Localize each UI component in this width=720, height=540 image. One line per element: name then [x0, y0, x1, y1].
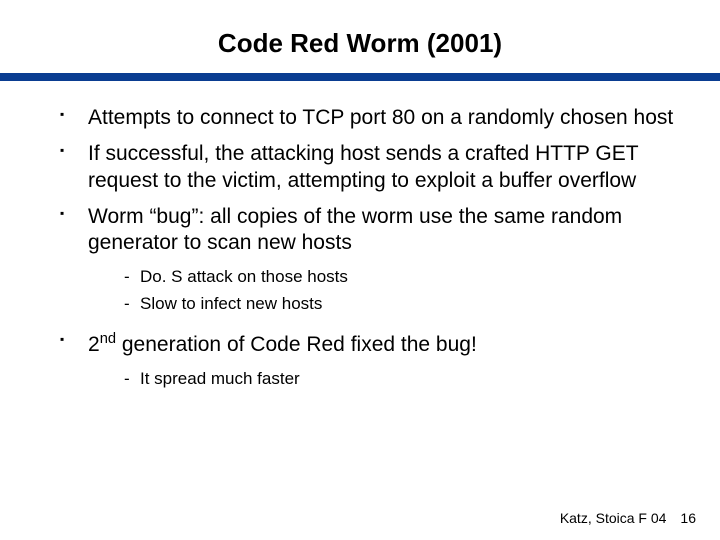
sub-text: It spread much faster: [140, 369, 300, 388]
bullet-item: If successful, the attacking host sends …: [60, 141, 680, 194]
sub-text: Do. S attack on those hosts: [140, 267, 348, 286]
bullet-text-prefix: 2: [88, 333, 100, 356]
bullet-text-suffix: generation of Code Red fixed the bug!: [116, 333, 477, 356]
bullet-item: Worm “bug”: all copies of the worm use t…: [60, 204, 680, 316]
sub-list: It spread much faster: [124, 368, 680, 391]
sub-item: Do. S attack on those hosts: [124, 266, 680, 289]
bullet-text: If successful, the attacking host sends …: [88, 142, 638, 191]
bullet-text: Attempts to connect to TCP port 80 on a …: [88, 106, 673, 129]
title-rule: [0, 73, 720, 81]
sub-item: It spread much faster: [124, 368, 680, 391]
slide-footer: Katz, Stoica F 04 16: [560, 510, 696, 526]
sub-item: Slow to infect new hosts: [124, 293, 680, 316]
slide-title: Code Red Worm (2001): [0, 0, 720, 73]
page-number: 16: [680, 510, 696, 526]
bullet-item: Attempts to connect to TCP port 80 on a …: [60, 105, 680, 131]
slide-content: Attempts to connect to TCP port 80 on a …: [0, 81, 720, 391]
slide: Code Red Worm (2001) Attempts to connect…: [0, 0, 720, 540]
sub-list: Do. S attack on those hosts Slow to infe…: [124, 266, 680, 316]
ordinal-superscript: nd: [100, 331, 116, 347]
bullet-text: Worm “bug”: all copies of the worm use t…: [88, 205, 622, 254]
bullet-item: 2nd generation of Code Red fixed the bug…: [60, 330, 680, 391]
sub-text: Slow to infect new hosts: [140, 294, 322, 313]
footer-credit: Katz, Stoica F 04: [560, 510, 667, 526]
bullet-list: Attempts to connect to TCP port 80 on a …: [60, 105, 680, 391]
